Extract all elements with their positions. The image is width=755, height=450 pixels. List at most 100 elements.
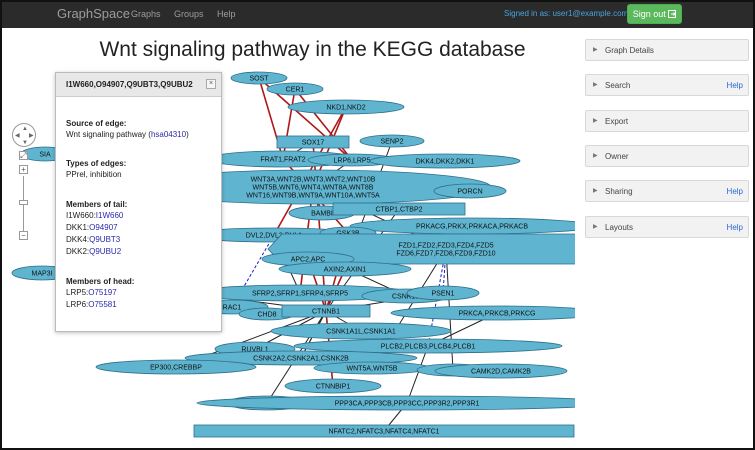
panel-help-link[interactable]: Help — [727, 223, 743, 232]
node-label: CTNNB1 — [312, 309, 340, 316]
graph-edge[interactable] — [282, 88, 296, 160]
source-text: Wnt signaling pathway ( — [66, 130, 151, 139]
head-member: LRP5:O75197 — [66, 288, 117, 297]
panel-label: Search — [605, 81, 631, 90]
graph-node-wnt5[interactable]: WNT5A,WNT5B — [313, 361, 431, 375]
types-heading: Types of edges: — [66, 159, 127, 168]
pan-right-icon[interactable]: ▶ — [29, 133, 34, 139]
panel-help-link[interactable]: Help — [727, 81, 743, 90]
edge-info-popup: I1W660,O94907,Q9UBT3,Q9UBU2 × Source of … — [55, 72, 222, 332]
graph-node-ctnnbip1[interactable]: CTNNBIP1 — [284, 378, 382, 394]
brand-logo[interactable]: GraphSpace — [57, 6, 130, 21]
node-label: SOX17 — [302, 140, 325, 147]
types-value: PPrel, inhibition — [66, 170, 122, 179]
member-name: I1W660: — [66, 211, 96, 220]
sign-out-button[interactable]: Sign out — [627, 4, 682, 24]
tail-member: I1W660:I1W660 — [66, 211, 123, 220]
graph-node-ppp3[interactable]: PPP3CA,PPP3CB,PPP3CC,PPP3R2,PPP3R1 — [196, 395, 575, 411]
sign-out-label: Sign out — [632, 9, 666, 19]
panel-label: Layouts — [605, 223, 634, 232]
node-label: DKK4,DKK2,DKK1 — [416, 159, 475, 166]
node-label: CTNNBIP1 — [316, 384, 351, 391]
pan-control[interactable]: ▲ ▼ ◀ ▶ — [12, 123, 36, 147]
graph-node-nfatc[interactable]: NFATC2,NFATC3,NFATC4,NFATC1 — [193, 424, 575, 438]
node-label: NFATC2,NFATC3,NFATC4,NFATC1 — [328, 429, 439, 436]
member-link[interactable]: O75197 — [88, 288, 116, 297]
graph-edge[interactable] — [406, 345, 429, 404]
fit-icon[interactable]: ⤢ — [19, 151, 28, 160]
caret-right-icon: ▶ — [593, 118, 598, 124]
panel-label: Owner — [605, 152, 629, 161]
caret-right-icon: ▶ — [593, 224, 598, 230]
node-label: WNT5A,WNT5B — [347, 366, 398, 373]
nav-groups[interactable]: Groups — [174, 9, 204, 19]
node-label: WNT3A,WNT2B,WNT3,WNT2,WNT10B — [251, 177, 376, 184]
node-label: PRKCA,PRKCB,PRKCG — [458, 311, 535, 318]
panel-sharing[interactable]: ▶ Sharing Help — [585, 180, 749, 202]
source-text-close: ) — [186, 130, 189, 139]
graph-node-psen1[interactable]: PSEN1 — [406, 285, 480, 301]
graph-node-ctbp[interactable]: CTBP1,CTBP2 — [332, 202, 466, 216]
panel-graph-details[interactable]: ▶ Graph Details — [585, 39, 749, 61]
popup-title: I1W660,O94907,Q9UBT3,Q9UBU2 — [66, 80, 193, 89]
graph-node-prkac[interactable]: PRKACG,PRKX,PRKACA,PRKACB — [349, 217, 575, 235]
graph-node-camk2[interactable]: CAMK2D,CAMK2B — [434, 363, 568, 379]
member-name: LRP6: — [66, 300, 89, 309]
node-label: CTBP1,CTBP2 — [375, 207, 422, 214]
member-link[interactable]: O94907 — [89, 223, 117, 232]
node-label: EP300,CREBBP — [150, 365, 202, 372]
close-icon[interactable]: × — [206, 79, 216, 89]
graph-node-sox17[interactable]: SOX17 — [276, 135, 350, 149]
panel-owner[interactable]: ▶ Owner — [585, 145, 749, 167]
panel-export[interactable]: ▶ Export — [585, 110, 749, 132]
graph-node-ep300[interactable]: EP300,CREBBP — [95, 359, 257, 375]
graph-node-porcn[interactable]: PORCN — [433, 183, 507, 199]
node-label: FRAT1,FRAT2 — [260, 157, 305, 164]
caret-right-icon: ▶ — [593, 153, 598, 159]
plus-icon[interactable]: + — [19, 165, 28, 174]
graph-node-csnk1a[interactable]: CSNK1A1L,CSNK1A1 — [270, 322, 452, 340]
graph-node-ctnnb1[interactable]: CTNNB1 — [281, 304, 371, 318]
node-label: CSNK2A2,CSNK2A1,CSNK2B — [253, 356, 349, 363]
tail-member: DKK4:Q9UBT3 — [66, 235, 120, 244]
head-heading: Members of head: — [66, 277, 135, 286]
graph-node-prkca[interactable]: PRKCA,PRKCB,PRKCG — [390, 305, 575, 321]
nav-graphs[interactable]: Graphs — [131, 9, 161, 19]
graph-node-dkk[interactable]: DKK4,DKK2,DKK1 — [369, 153, 521, 169]
node-label: PRKACG,PRKX,PRKACA,PRKACB — [416, 224, 528, 231]
pan-left-icon[interactable]: ◀ — [15, 133, 20, 139]
node-label: CSNK1A1L,CSNK1A1 — [326, 329, 396, 336]
signed-in-text: Signed in as: user1@example.com — [504, 9, 629, 18]
node-label: LRP6,LRP5 — [334, 158, 371, 165]
minus-icon[interactable]: − — [19, 231, 28, 240]
panel-help-link[interactable]: Help — [727, 187, 743, 196]
node-label: PORCN — [457, 189, 482, 196]
member-link[interactable]: I1W660 — [96, 211, 124, 220]
panel-search[interactable]: ▶ Search Help — [585, 74, 749, 96]
zoom-slider-handle[interactable] — [19, 200, 28, 205]
member-link[interactable]: Q9UBU2 — [89, 247, 121, 256]
member-name: DKK2: — [66, 247, 90, 256]
nav-help[interactable]: Help — [217, 9, 236, 19]
graph-node-cer1[interactable]: CER1 — [266, 82, 324, 96]
head-member: LRP6:O75581 — [66, 300, 117, 309]
graph-node-sost[interactable]: SOST — [230, 71, 288, 85]
member-link[interactable]: O75581 — [88, 300, 116, 309]
member-link[interactable]: Q9UBT3 — [89, 235, 120, 244]
node-label: WNT16,WNT9B,WNT9A,WNT10A,WNT5A — [246, 193, 380, 200]
node-label: PPP3CA,PPP3CB,PPP3CC,PPP3R2,PPP3R1 — [335, 401, 480, 408]
pan-down-icon[interactable]: ▼ — [22, 140, 28, 146]
member-name: DKK1: — [66, 223, 90, 232]
node-label: PLCB2,PLCB3,PLCB4,PLCB1 — [381, 344, 476, 351]
node-label: MAP3I — [31, 271, 52, 278]
panel-layouts[interactable]: ▶ Layouts Help — [585, 216, 749, 238]
graph-node-nkd[interactable]: NKD1,NKD2 — [287, 99, 405, 115]
graph-node-senp2[interactable]: SENP2 — [359, 134, 425, 148]
source-link[interactable]: hsa04310 — [151, 130, 186, 139]
node-label: NKD1,NKD2 — [326, 105, 365, 112]
graph-node-axin[interactable]: AXIN2,AXIN1 — [278, 261, 412, 277]
pan-up-icon[interactable]: ▲ — [22, 126, 28, 132]
tail-heading: Members of tail: — [66, 200, 128, 209]
panel-label: Sharing — [605, 187, 633, 196]
node-label: SOST — [249, 76, 269, 83]
